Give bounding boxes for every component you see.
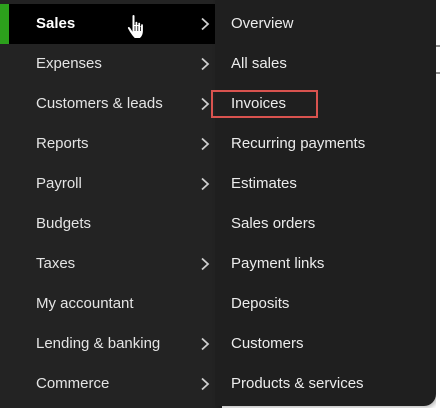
nav-item-label: Lending & banking (36, 335, 161, 352)
active-indicator-bar (0, 4, 9, 44)
submenu-item-deposits[interactable]: Deposits (231, 284, 289, 324)
nav-item-label: Sales (36, 15, 76, 32)
chevron-right-icon (201, 17, 210, 31)
nav-item-sales[interactable]: Sales (0, 4, 215, 44)
background-edge-mark (436, 45, 440, 47)
nav-item-label: Payroll (36, 175, 82, 192)
submenu-item-estimates[interactable]: Estimates (231, 164, 297, 204)
chevron-right-icon (201, 57, 210, 71)
left-navigation: Sales Expenses Customers & leads Reports… (0, 0, 222, 408)
nav-item-label: Commerce (36, 375, 110, 392)
nav-item-label: Customers & leads (36, 95, 163, 112)
sales-submenu: Overview All sales Invoices Recurring pa… (215, 0, 436, 406)
submenu-item-payment-links[interactable]: Payment links (231, 244, 324, 284)
nav-item-customers-leads[interactable]: Customers & leads (0, 84, 215, 124)
background-page-edge (436, 0, 440, 408)
submenu-item-recurring-payments[interactable]: Recurring payments (231, 124, 365, 164)
background-edge-mark (436, 72, 440, 74)
invoices-highlight-box (211, 90, 318, 118)
chevron-right-icon (201, 337, 210, 351)
submenu-item-sales-orders[interactable]: Sales orders (231, 204, 315, 244)
nav-item-label: Taxes (36, 255, 76, 272)
chevron-right-icon (201, 97, 210, 111)
nav-item-budgets[interactable]: Budgets (0, 204, 215, 244)
submenu-item-overview[interactable]: Overview (231, 4, 294, 44)
nav-item-label: My accountant (36, 295, 134, 312)
chevron-right-icon (201, 137, 210, 151)
nav-item-taxes[interactable]: Taxes (0, 244, 215, 284)
submenu-item-customers[interactable]: Customers (231, 324, 304, 364)
hand-cursor-icon (126, 14, 144, 39)
nav-item-lending-banking[interactable]: Lending & banking (0, 324, 215, 364)
nav-item-payroll[interactable]: Payroll (0, 164, 215, 204)
nav-item-label: Reports (36, 135, 89, 152)
submenu-item-all-sales[interactable]: All sales (231, 44, 287, 84)
chevron-right-icon (201, 177, 210, 191)
nav-item-reports[interactable]: Reports (0, 124, 215, 164)
submenu-item-products-services[interactable]: Products & services (231, 364, 364, 404)
nav-item-commerce[interactable]: Commerce (0, 364, 215, 404)
chevron-right-icon (201, 377, 210, 391)
nav-item-label: Budgets (36, 215, 92, 232)
nav-item-my-accountant[interactable]: My accountant (0, 284, 215, 324)
chevron-right-icon (201, 257, 210, 271)
nav-item-label: Expenses (36, 55, 102, 72)
nav-item-expenses[interactable]: Expenses (0, 44, 215, 84)
